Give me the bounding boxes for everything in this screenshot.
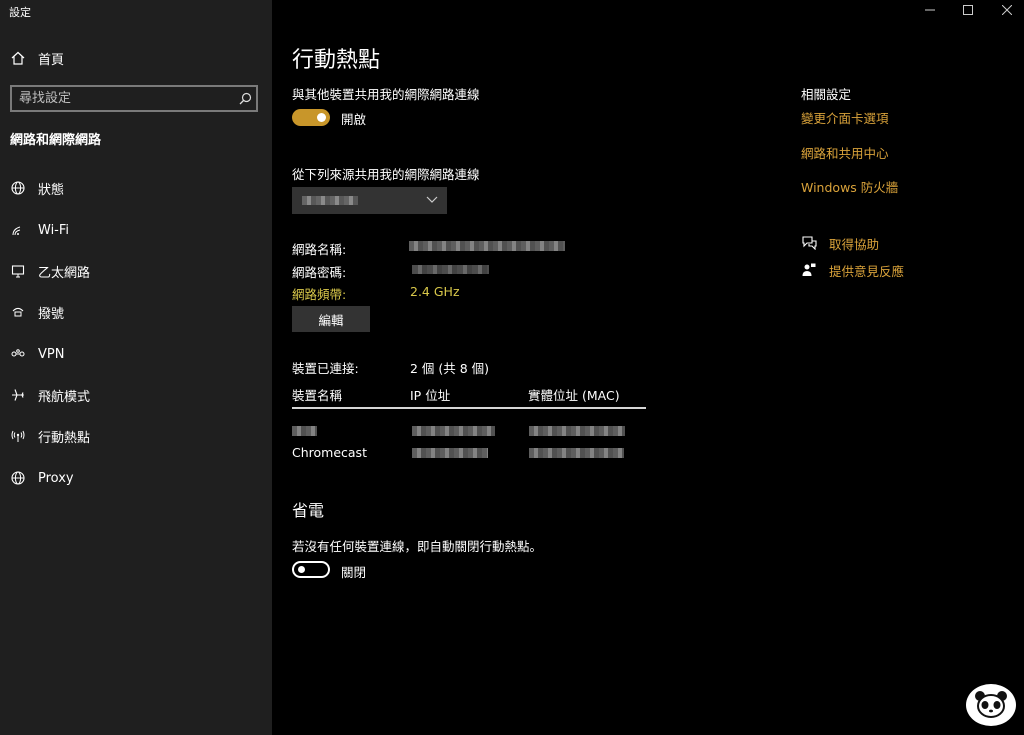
feedback-person-icon	[801, 262, 817, 278]
sidebar-item-wifi[interactable]: Wi-Fi	[10, 220, 69, 240]
sidebar-item-label: 狀態	[38, 182, 65, 198]
device-name: Chromecast	[292, 445, 367, 460]
share-from-label: 從下列來源共用我的網際網路連線	[292, 167, 480, 182]
redacted-value	[302, 196, 358, 205]
sidebar: 設定 首頁 網路和網際網路 狀態 Wi-Fi 乙太網路 撥號	[0, 0, 272, 735]
network-password-label: 網路密碼:	[292, 265, 347, 280]
sidebar-item-label: Proxy	[38, 470, 74, 486]
power-saving-toggle[interactable]	[292, 561, 330, 578]
link-network-sharing-center[interactable]: 網路和共用中心	[801, 143, 889, 162]
table-divider	[292, 407, 646, 409]
power-saving-title: 省電	[292, 501, 325, 520]
sidebar-item-dialup[interactable]: 撥號	[10, 302, 64, 322]
power-toggle-state: 關閉	[341, 565, 367, 580]
sidebar-item-label: 撥號	[38, 306, 65, 322]
toggle-knob	[317, 113, 326, 122]
network-band-value: 2.4 GHz	[410, 284, 460, 299]
link-windows-firewall[interactable]: Windows 防火牆	[801, 177, 898, 196]
sidebar-item-label: 飛航模式	[38, 389, 91, 405]
feedback-link[interactable]: 提供意見反應	[801, 261, 904, 279]
page-title: 行動熱點	[292, 48, 381, 73]
sidebar-item-home[interactable]: 首頁	[10, 48, 64, 68]
power-saving-desc: 若沒有任何裝置連線，即自動關閉行動熱點。	[292, 539, 543, 554]
redacted-mac	[529, 426, 625, 436]
sidebar-item-label: VPN	[38, 346, 65, 362]
redacted-network-name	[409, 241, 565, 251]
section-title: 網路和網際網路	[10, 133, 102, 148]
share-toggle[interactable]	[292, 109, 330, 126]
minimize-button[interactable]	[913, 0, 947, 20]
sidebar-item-status[interactable]: 狀態	[10, 178, 64, 198]
minimize-icon	[925, 9, 935, 11]
sidebar-item-vpn[interactable]: VPN	[10, 344, 64, 364]
maximize-icon	[963, 5, 973, 15]
sidebar-item-hotspot[interactable]: 行動熱點	[10, 426, 90, 446]
home-icon	[10, 50, 26, 66]
link-adapter-options[interactable]: 變更介面卡選項	[801, 108, 889, 127]
panda-icon	[975, 691, 1007, 718]
maximize-button[interactable]	[951, 0, 985, 20]
toggle-knob	[298, 566, 305, 573]
close-icon	[1002, 5, 1012, 15]
vpn-icon	[10, 346, 26, 362]
sidebar-item-airplane[interactable]: 飛航模式	[10, 385, 90, 405]
edit-button[interactable]: 編輯	[292, 306, 370, 332]
redacted-network-password	[412, 265, 489, 274]
sidebar-item-label: 行動熱點	[38, 430, 91, 446]
help-chat-icon	[801, 235, 817, 251]
watermark-logo	[966, 684, 1016, 726]
network-band-label: 網路頻帶:	[292, 287, 347, 302]
get-help-label: 取得協助	[829, 236, 880, 252]
devices-connected-value: 2 個 (共 8 個)	[410, 361, 490, 376]
devices-connected-label: 裝置已連接:	[292, 361, 359, 376]
close-button[interactable]	[990, 0, 1024, 20]
sidebar-item-proxy[interactable]: Proxy	[10, 468, 74, 488]
sidebar-item-label: Wi-Fi	[38, 222, 70, 238]
redacted-device-name	[292, 426, 317, 436]
airplane-icon	[10, 387, 26, 403]
redacted-ip	[412, 426, 495, 436]
share-from-dropdown[interactable]	[292, 187, 447, 214]
table-header-ip: IP 位址	[410, 388, 451, 403]
dialup-icon	[10, 304, 26, 320]
share-toggle-state: 開啟	[341, 112, 367, 127]
redacted-ip	[412, 448, 488, 458]
search-icon[interactable]	[234, 88, 256, 110]
sidebar-item-ethernet[interactable]: 乙太網路	[10, 261, 90, 281]
app-title: 設定	[9, 6, 31, 19]
globe-icon	[10, 470, 26, 486]
table-header-mac: 實體位址 (MAC)	[528, 388, 620, 403]
search-input[interactable]	[12, 87, 234, 110]
sidebar-item-label: 首頁	[38, 52, 65, 68]
globe-icon	[10, 180, 26, 196]
search-box[interactable]	[10, 85, 258, 112]
related-settings-title: 相關設定	[801, 87, 852, 102]
network-name-label: 網路名稱:	[292, 242, 347, 257]
feedback-label: 提供意見反應	[829, 263, 905, 279]
redacted-mac	[529, 448, 624, 458]
chevron-down-icon	[426, 196, 438, 203]
table-header-device-name: 裝置名稱	[292, 388, 343, 403]
ethernet-icon	[10, 263, 26, 279]
get-help-link[interactable]: 取得協助	[801, 234, 879, 252]
share-label: 與其他裝置共用我的網際網路連線	[292, 87, 480, 102]
sidebar-item-label: 乙太網路	[38, 265, 91, 281]
hotspot-icon	[10, 428, 26, 444]
wifi-icon	[10, 222, 26, 238]
